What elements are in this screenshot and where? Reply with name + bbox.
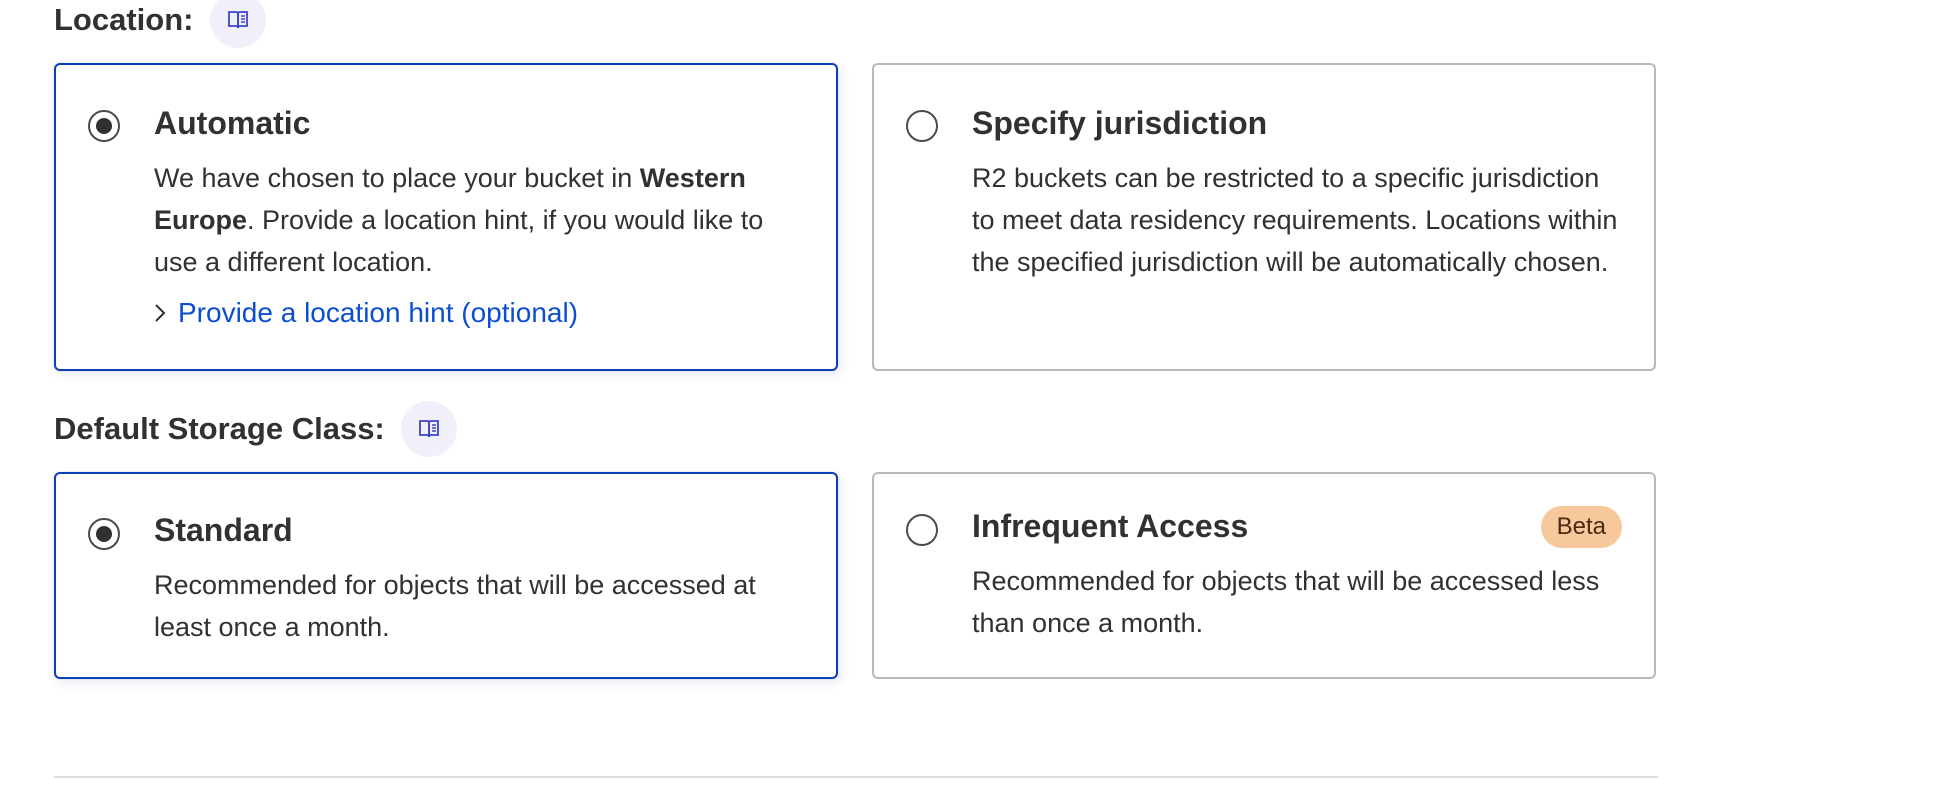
- automatic-description: We have chosen to place your bucket in W…: [154, 163, 764, 277]
- book-icon: [418, 420, 439, 438]
- standard-description: Recommended for objects that will be acc…: [154, 570, 756, 642]
- infrequent-access-description: Recommended for objects that will be acc…: [972, 566, 1600, 638]
- storage-class-section-header: Default Storage Class:: [54, 401, 457, 457]
- jurisdiction-title: Specify jurisdiction: [972, 105, 1268, 141]
- jurisdiction-radio[interactable]: [906, 110, 938, 142]
- storage-option-infrequent-access[interactable]: Infrequent Access Beta Recommended for o…: [872, 472, 1656, 679]
- beta-badge: Beta: [1540, 506, 1622, 548]
- book-icon: [227, 11, 248, 29]
- infrequent-access-radio[interactable]: [906, 514, 938, 546]
- location-hint-link[interactable]: Provide a location hint (optional): [154, 297, 578, 329]
- automatic-title: Automatic: [154, 105, 311, 141]
- section-divider: [54, 776, 1658, 778]
- location-docs-button[interactable]: [209, 0, 266, 48]
- automatic-radio[interactable]: [88, 110, 120, 142]
- location-section-header: Location:: [54, 0, 266, 48]
- location-label: Location:: [54, 2, 194, 37]
- infrequent-access-title: Infrequent Access: [972, 508, 1249, 544]
- jurisdiction-description: R2 buckets can be restricted to a specif…: [972, 163, 1618, 277]
- storage-class-docs-button[interactable]: [400, 401, 457, 457]
- storage-class-label: Default Storage Class:: [54, 411, 385, 446]
- location-option-automatic[interactable]: Automatic We have chosen to place your b…: [54, 63, 838, 371]
- chevron-right-icon: [155, 304, 166, 322]
- standard-radio[interactable]: [88, 518, 120, 550]
- location-hint-label: Provide a location hint (optional): [178, 297, 579, 328]
- storage-option-standard[interactable]: Standard Recommended for objects that wi…: [54, 472, 838, 679]
- location-option-jurisdiction[interactable]: Specify jurisdiction R2 buckets can be r…: [872, 63, 1656, 371]
- standard-title: Standard: [154, 512, 293, 548]
